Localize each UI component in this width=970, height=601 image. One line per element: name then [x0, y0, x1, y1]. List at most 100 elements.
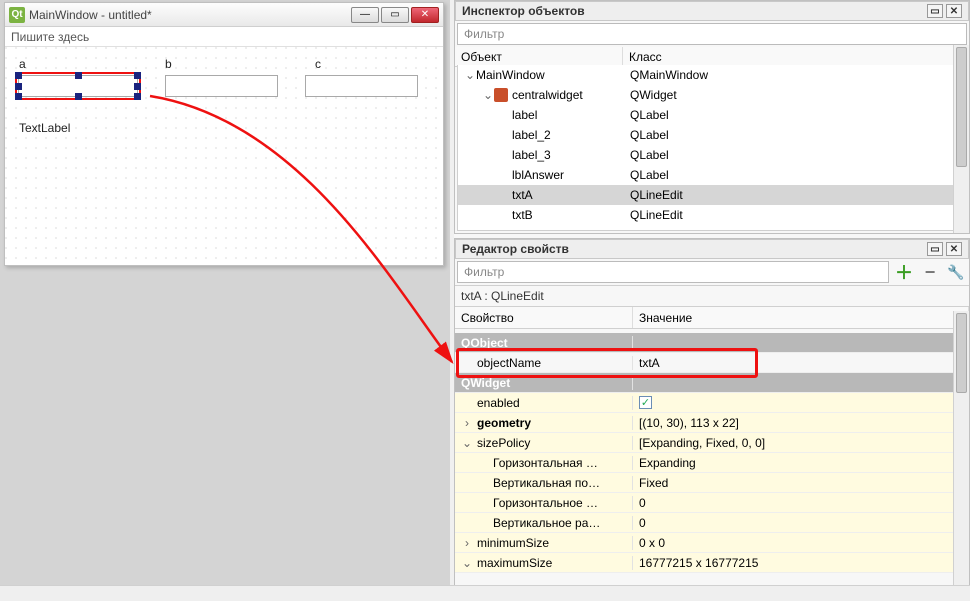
property-value[interactable]: txtA	[633, 356, 953, 370]
label-textlabel: TextLabel	[19, 121, 70, 135]
inspector-filter[interactable]: Фильтр	[457, 23, 967, 45]
label-c: c	[315, 57, 321, 71]
property-name: Вертикальная по…	[493, 476, 600, 490]
property-name: minimumSize	[477, 536, 549, 550]
menubar[interactable]: Пишите здесь	[5, 27, 443, 47]
property-row[interactable]: ⌄ maximumSize 16777215 x 16777215	[455, 553, 953, 573]
property-name: Горизонтальное …	[493, 496, 598, 510]
property-name: enabled	[477, 396, 520, 410]
undock-button[interactable]: ▭	[927, 4, 943, 18]
tree-body[interactable]: ⌄MainWindowQMainWindow⌄centralwidgetQWid…	[457, 65, 967, 231]
settings-button[interactable]: 🔧	[945, 261, 967, 283]
inspector-vscrollbar[interactable]	[953, 45, 969, 233]
property-value[interactable]: [Expanding, Fixed, 0, 0]	[633, 436, 953, 450]
minus-icon: −	[925, 262, 936, 283]
property-value[interactable]: 0 x 0	[633, 536, 953, 550]
object-name: label_2	[512, 128, 551, 142]
props-vscrollbar[interactable]	[953, 311, 969, 600]
property-value[interactable]: ✓	[633, 396, 953, 409]
property-row[interactable]: › geometry [(10, 30), 113 x 22]	[455, 413, 953, 433]
object-name: MainWindow	[476, 68, 545, 82]
qt-icon: Qt	[9, 7, 25, 23]
tree-row[interactable]: labelQLabel	[458, 105, 966, 125]
form-canvas[interactable]: a b c TextLabel	[5, 47, 443, 265]
maximize-button[interactable]: ▭	[381, 7, 409, 23]
add-property-button[interactable]: ＋	[893, 261, 915, 283]
object-inspector: Инспектор объектов ▭ ✕ Фильтр Объект Кла…	[454, 0, 970, 234]
close-panel-button[interactable]: ✕	[946, 4, 962, 18]
prop-body[interactable]: QObject objectNametxtA QWidget enabled ✓ › geo…	[455, 333, 953, 600]
property-row[interactable]: Вертикальная по… Fixed	[455, 473, 953, 493]
tree-row[interactable]: txtAQLineEdit	[458, 185, 966, 205]
property-name: QObject	[461, 336, 508, 350]
object-name: label	[512, 108, 537, 122]
tree-row[interactable]: ⌄centralwidgetQWidget	[458, 85, 966, 105]
class-name: QLabel	[626, 148, 966, 162]
property-value[interactable]: Expanding	[633, 456, 953, 470]
window-title: MainWindow - untitled*	[29, 8, 349, 22]
class-name: QWidget	[626, 88, 966, 102]
property-row[interactable]: enabled ✓	[455, 393, 953, 413]
lineedit-txtA[interactable]	[18, 75, 138, 97]
property-value[interactable]: [(10, 30), 113 x 22]	[633, 416, 953, 430]
minimize-button[interactable]: —	[351, 7, 379, 23]
property-name: maximumSize	[477, 556, 552, 570]
props-title: Редактор свойств	[462, 242, 569, 256]
object-name: label_3	[512, 148, 551, 162]
property-value[interactable]: Fixed	[633, 476, 953, 490]
property-row[interactable]: ⌄sizePolicy[Expanding, Fixed, 0, 0]	[455, 433, 953, 453]
col-property[interactable]: Свойство	[455, 307, 633, 328]
property-name: geometry	[477, 416, 531, 430]
col-value[interactable]: Значение	[633, 307, 969, 328]
class-name: QLabel	[626, 128, 966, 142]
class-name: QMainWindow	[626, 68, 966, 82]
class-name: QLineEdit	[626, 188, 966, 202]
tree-row[interactable]: label_3 QLabel	[458, 145, 966, 165]
object-caption: txtA : QLineEdit	[455, 285, 969, 307]
mock-window: Qt MainWindow - untitled* — ▭ ✕ Пишите з…	[4, 2, 444, 266]
chevron-right-icon[interactable]: ›	[461, 536, 473, 550]
chevron-right-icon[interactable]: ›	[461, 416, 473, 430]
close-button[interactable]: ✕	[411, 7, 439, 23]
property-row[interactable]: Вертикальное ра… 0	[455, 513, 953, 533]
property-group[interactable]: QWidget	[455, 373, 953, 393]
label-b: b	[165, 57, 172, 71]
designer-area: Qt MainWindow - untitled* — ▭ ✕ Пишите з…	[0, 0, 450, 601]
tree-row[interactable]: txtBQLineEdit	[458, 205, 966, 225]
hscrollbar[interactable]	[0, 585, 970, 601]
property-value[interactable]: 0	[633, 516, 953, 530]
menu-hint: Пишите здесь	[11, 30, 89, 44]
col-object[interactable]: Объект	[455, 47, 623, 66]
close-panel-button[interactable]: ✕	[946, 242, 962, 256]
property-editor: Редактор свойств ▭ ✕ Фильтр ＋ − 🔧 txtA :…	[454, 238, 970, 601]
remove-property-button[interactable]: −	[919, 261, 941, 283]
property-name: Вертикальное ра…	[493, 516, 600, 530]
chevron-down-icon[interactable]: ⌄	[461, 436, 473, 450]
props-toolbar: Фильтр ＋ − 🔧	[455, 259, 969, 285]
tree-row[interactable]: ⌄MainWindow QMainWindow	[458, 65, 966, 85]
col-class[interactable]: Класс	[623, 47, 969, 66]
property-value[interactable]: 16777215 x 16777215	[633, 556, 953, 570]
lineedit-txtB[interactable]	[165, 75, 278, 97]
object-name: lblAnswer	[512, 168, 564, 182]
property-name: QWidget	[461, 376, 510, 390]
property-group[interactable]: QObject	[455, 333, 953, 353]
property-value[interactable]: 0	[633, 496, 953, 510]
wrench-icon: 🔧	[947, 264, 964, 281]
chevron-down-icon[interactable]: ⌄	[482, 88, 494, 102]
tree-row[interactable]: label_2 QLabel	[458, 125, 966, 145]
lineedit-txtC[interactable]	[305, 75, 418, 97]
tree-row[interactable]: lblAnswerQLabel	[458, 165, 966, 185]
right-column: Инспектор объектов ▭ ✕ Фильтр Объект Кла…	[454, 0, 970, 601]
property-row[interactable]: › minimumSize 0 x 0	[455, 533, 953, 553]
property-row[interactable]: Горизонтальная …Expanding	[455, 453, 953, 473]
chevron-down-icon[interactable]: ⌄	[464, 68, 476, 82]
label-a: a	[19, 57, 26, 71]
undock-button[interactable]: ▭	[927, 242, 943, 256]
property-row[interactable]: Горизонтальное … 0	[455, 493, 953, 513]
property-row[interactable]: objectNametxtA	[455, 353, 953, 373]
checkbox[interactable]: ✓	[639, 396, 652, 409]
prop-grid-header: Свойство Значение	[455, 307, 969, 329]
props-filter[interactable]: Фильтр	[457, 261, 889, 283]
chevron-down-icon[interactable]: ⌄	[461, 556, 473, 570]
